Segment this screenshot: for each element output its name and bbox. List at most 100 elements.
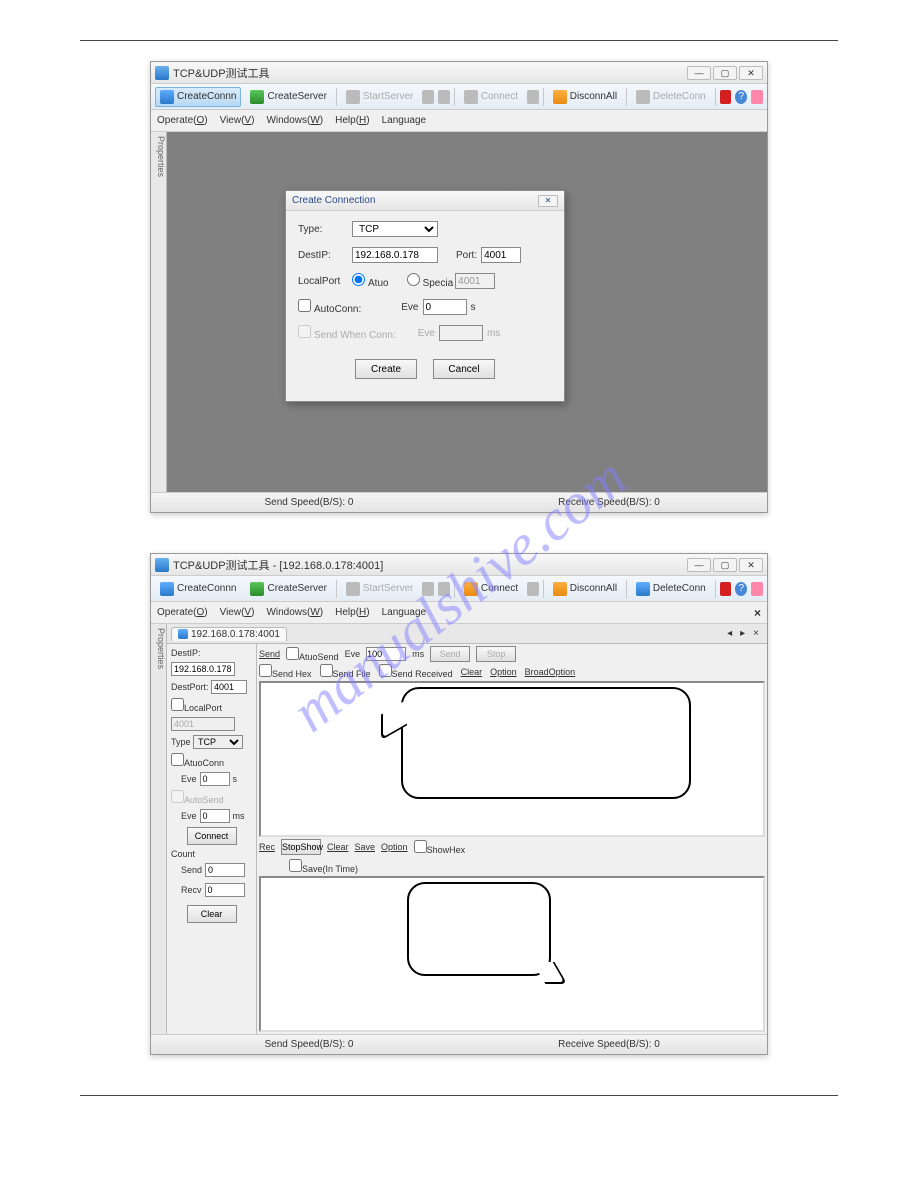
minimize-button[interactable]: — <box>687 66 711 80</box>
sendhex-check[interactable]: Send Hex <box>259 664 312 679</box>
close-button[interactable]: ✕ <box>739 558 763 572</box>
create-server-button[interactable]: CreateServer <box>245 87 331 107</box>
atuo-radio[interactable]: Atuo <box>352 273 389 289</box>
send-button[interactable]: Send <box>430 646 470 662</box>
recv-textarea[interactable] <box>259 876 765 1032</box>
side-destport-input[interactable] <box>211 680 247 694</box>
tab-prev[interactable]: ◂ <box>723 628 736 639</box>
side-recv-input[interactable] <box>205 883 245 897</box>
tab-close[interactable]: × <box>749 628 763 639</box>
recv-speed: Receive Speed(B/S): 0 <box>459 497 759 508</box>
menu-x[interactable]: × <box>754 606 761 620</box>
cancel-button[interactable]: Cancel <box>433 359 495 379</box>
menu-language[interactable]: Language <box>382 607 427 618</box>
connection-tab[interactable]: 192.168.0.178:4001 <box>171 627 287 641</box>
menu-windows[interactable]: Windows(W) <box>266 607 323 618</box>
misc-icon[interactable] <box>751 90 763 104</box>
type-select[interactable]: TCP <box>352 221 438 237</box>
disconn-all-button[interactable]: DisconnAll <box>548 579 622 599</box>
app-icon <box>155 66 169 80</box>
ms-label: ms <box>412 649 424 659</box>
maximize-button[interactable]: ▢ <box>713 66 737 80</box>
create-button[interactable]: Create <box>355 359 417 379</box>
delete-conn-button[interactable]: DeleteConn <box>631 579 711 599</box>
titlebar-1: TCP&UDP测试工具 — ▢ ✕ <box>151 62 767 84</box>
properties-tab[interactable]: Properties <box>151 132 167 492</box>
menu-operate[interactable]: Operate(O) <box>157 607 208 618</box>
specia-radio[interactable]: Specia <box>407 273 454 289</box>
stop-icon[interactable] <box>720 90 732 104</box>
side-type-select[interactable]: TCP <box>193 735 243 749</box>
side-eve1-input[interactable] <box>200 772 230 786</box>
main-panel: Send AtuoSend Eve ms Send Stop Send Hex … <box>257 644 767 1034</box>
side-connect-button[interactable]: Connect <box>187 827 237 845</box>
help-icon[interactable]: ? <box>735 582 747 596</box>
rec-save-link[interactable]: Save <box>355 842 376 852</box>
ms-label-1: ms <box>487 328 500 339</box>
atuosend-check[interactable]: AtuoSend <box>286 647 339 662</box>
help-icon[interactable]: ? <box>735 90 747 104</box>
disconn-all-button[interactable]: DisconnAll <box>548 87 622 107</box>
create-conn-button[interactable]: CreateConnn <box>155 579 241 599</box>
side-atuoconn-check[interactable]: AtuoConn <box>171 758 224 768</box>
start-server-button[interactable]: StartServer <box>341 579 419 599</box>
saveintime-check[interactable]: Save(In Time) <box>289 859 358 874</box>
properties-tab[interactable]: Properties <box>151 624 167 1034</box>
eve-input-1[interactable] <box>423 299 467 315</box>
side-eve2-input[interactable] <box>200 809 230 823</box>
stopshow-button[interactable]: StopShow <box>281 839 321 855</box>
icon-a <box>422 90 434 104</box>
sendfile-check[interactable]: Send File <box>320 664 371 679</box>
connect-button[interactable]: Connect <box>459 87 523 107</box>
destip-input[interactable] <box>352 247 438 263</box>
minimize-button[interactable]: — <box>687 558 711 572</box>
side-send-input[interactable] <box>205 863 245 877</box>
side-localport-check[interactable]: LocalPort <box>171 703 222 713</box>
delete-conn-button[interactable]: DeleteConn <box>631 87 711 107</box>
close-button[interactable]: ✕ <box>739 66 763 80</box>
content-area: DestIP: DestPort: LocalPort Type TCP Atu… <box>167 644 767 1034</box>
callout-1 <box>401 687 691 799</box>
menu-language[interactable]: Language <box>382 115 427 126</box>
sendrecv-check[interactable]: Send Received <box>379 664 453 679</box>
start-server-button[interactable]: StartServer <box>341 87 419 107</box>
rec-clear-link[interactable]: Clear <box>327 842 349 852</box>
showhex-check[interactable]: ShowHex <box>414 840 466 855</box>
misc-icon[interactable] <box>751 582 763 596</box>
tab-next[interactable]: ▸ <box>736 628 749 639</box>
menu-view[interactable]: View(V) <box>220 115 255 126</box>
menu-view[interactable]: View(V) <box>220 607 255 618</box>
eve-label-2: Eve <box>418 328 435 339</box>
rec-label: Rec <box>259 842 275 852</box>
menu-help[interactable]: Help(H) <box>335 607 369 618</box>
menu-windows[interactable]: Windows(W) <box>266 115 323 126</box>
recv-speed-2: Receive Speed(B/S): 0 <box>459 1039 759 1050</box>
create-server-button[interactable]: CreateServer <box>245 579 331 599</box>
port-input[interactable] <box>481 247 521 263</box>
maximize-button[interactable]: ▢ <box>713 558 737 572</box>
eve-input[interactable] <box>366 647 406 661</box>
connect-button[interactable]: Connect <box>459 579 523 599</box>
statusbar-2: Send Speed(B/S): 0 Receive Speed(B/S): 0 <box>151 1034 767 1054</box>
s-label: s <box>471 302 476 313</box>
autoconn-check[interactable]: AutoConn: <box>298 299 361 315</box>
option-link[interactable]: Option <box>490 667 517 677</box>
create-conn-button[interactable]: CreateConnn <box>155 87 241 107</box>
rec-option-link[interactable]: Option <box>381 842 408 852</box>
icon-c <box>527 582 539 596</box>
stop-icon[interactable] <box>720 582 732 596</box>
dialog-close-button[interactable]: ✕ <box>538 195 558 207</box>
menu-help[interactable]: Help(H) <box>335 115 369 126</box>
create-connection-dialog: Create Connection ✕ Type: TCP DestIP: Po… <box>285 190 565 402</box>
side-clear-button[interactable]: Clear <box>187 905 237 923</box>
broad-link[interactable]: BroadOption <box>525 667 576 677</box>
stop-button[interactable]: Stop <box>476 646 516 662</box>
side-destip-input[interactable] <box>171 662 235 676</box>
window-1: TCP&UDP测试工具 — ▢ ✕ CreateConnn CreateServ… <box>150 61 768 513</box>
icon-a <box>422 582 434 596</box>
menu-operate[interactable]: Operate(O) <box>157 115 208 126</box>
clear-link[interactable]: Clear <box>461 667 483 677</box>
send-textarea[interactable] <box>259 681 765 837</box>
delete-icon <box>636 582 650 596</box>
globe-icon <box>250 90 264 104</box>
